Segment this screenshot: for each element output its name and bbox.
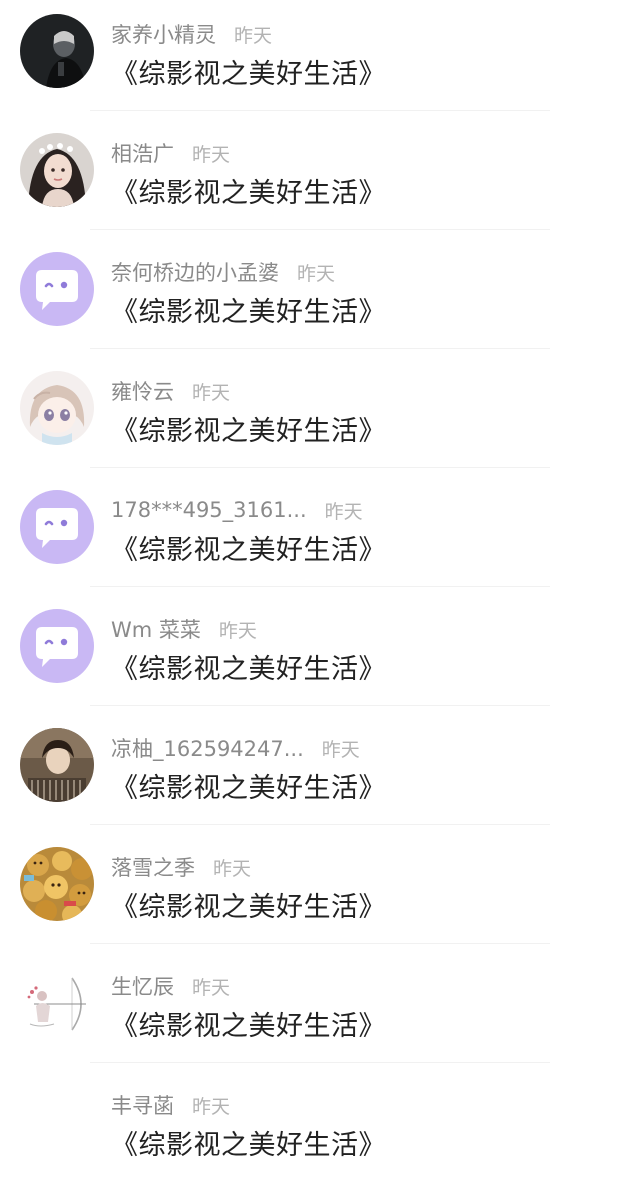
chat-bubble-icon — [20, 490, 94, 564]
username[interactable]: 奈何桥边的小孟婆 — [111, 257, 279, 287]
avatar[interactable] — [20, 14, 94, 88]
book-title[interactable]: 《综影视之美好生活》 — [111, 290, 386, 329]
list-item[interactable]: 生忆辰 昨天 《综影视之美好生活》 — [0, 952, 640, 1071]
avatar[interactable] — [20, 966, 94, 1040]
teddy-bears-avatar-icon — [20, 847, 94, 921]
book-title[interactable]: 《综影视之美好生活》 — [111, 1123, 386, 1162]
timestamp: 昨天 — [297, 262, 336, 285]
chat-bubble-icon — [20, 252, 94, 326]
girl-photo-avatar-icon — [20, 133, 94, 207]
notification-list: 家养小精灵 昨天 《综影视之美好生活》 相浩广 昨天 《综影视之美好生活》 奈何… — [0, 0, 640, 1186]
chat-bubble-icon — [20, 609, 94, 683]
divider — [90, 110, 550, 111]
list-item[interactable]: 凉柚_162594247... 昨天 《综影视之美好生活》 — [0, 714, 640, 833]
list-item[interactable]: 丰寻菡 昨天 《综影视之美好生活》 — [0, 1071, 640, 1190]
avatar[interactable] — [20, 490, 94, 564]
timestamp: 昨天 — [213, 857, 252, 880]
avatar[interactable] — [20, 371, 94, 445]
timestamp: 昨天 — [321, 738, 360, 761]
username[interactable]: 凉柚_162594247... — [111, 733, 304, 763]
username[interactable]: 家养小精灵 — [111, 19, 216, 49]
dark-photo-avatar-icon — [20, 14, 94, 88]
list-item[interactable]: Wm 菜菜 昨天 《综影视之美好生活》 — [0, 595, 640, 714]
book-title[interactable]: 《综影视之美好生活》 — [111, 171, 386, 210]
avatar[interactable] — [20, 609, 94, 683]
username[interactable]: 雍怜云 — [111, 376, 174, 406]
book-title[interactable]: 《综影视之美好生活》 — [111, 1004, 386, 1043]
timestamp: 昨天 — [192, 976, 231, 999]
timestamp: 昨天 — [218, 619, 257, 642]
avatar[interactable] — [20, 847, 94, 921]
divider — [90, 348, 550, 349]
timestamp: 昨天 — [192, 1095, 231, 1118]
username[interactable]: 178***495_3161... — [111, 498, 307, 522]
username[interactable]: 生忆辰 — [111, 971, 174, 1001]
book-title[interactable]: 《综影视之美好生活》 — [111, 885, 386, 924]
list-item[interactable]: 家养小精灵 昨天 《综影视之美好生活》 — [0, 0, 640, 119]
divider — [90, 824, 550, 825]
book-title[interactable]: 《综影视之美好生活》 — [111, 528, 386, 567]
avatar[interactable] — [20, 728, 94, 802]
username[interactable]: Wm 菜菜 — [111, 614, 201, 644]
divider — [90, 467, 550, 468]
vintage-photo-avatar-icon — [20, 728, 94, 802]
list-item[interactable]: 178***495_3161... 昨天 《综影视之美好生活》 — [0, 476, 640, 595]
archer-sketch-avatar-icon — [20, 966, 94, 1040]
book-title[interactable]: 《综影视之美好生活》 — [111, 52, 386, 91]
list-item[interactable]: 雍怜云 昨天 《综影视之美好生活》 — [0, 357, 640, 476]
divider — [90, 943, 550, 944]
divider — [90, 705, 550, 706]
avatar[interactable] — [20, 1085, 94, 1159]
timestamp: 昨天 — [234, 24, 273, 47]
avatar[interactable] — [20, 133, 94, 207]
list-item[interactable]: 落雪之季 昨天 《综影视之美好生活》 — [0, 833, 640, 952]
list-item[interactable]: 相浩广 昨天 《综影视之美好生活》 — [0, 119, 640, 238]
timestamp: 昨天 — [192, 143, 231, 166]
username[interactable]: 丰寻菡 — [111, 1090, 174, 1120]
username[interactable]: 落雪之季 — [111, 852, 195, 882]
book-title[interactable]: 《综影视之美好生活》 — [111, 647, 386, 686]
book-title[interactable]: 《综影视之美好生活》 — [111, 766, 386, 805]
avatar[interactable] — [20, 252, 94, 326]
list-item[interactable]: 奈何桥边的小孟婆 昨天 《综影视之美好生活》 — [0, 238, 640, 357]
divider — [90, 1062, 550, 1063]
timestamp: 昨天 — [324, 500, 363, 523]
divider — [90, 586, 550, 587]
book-title[interactable]: 《综影视之美好生活》 — [111, 409, 386, 448]
divider — [90, 229, 550, 230]
username[interactable]: 相浩广 — [111, 138, 174, 168]
timestamp: 昨天 — [192, 381, 231, 404]
anime-girl-avatar-icon — [20, 371, 94, 445]
